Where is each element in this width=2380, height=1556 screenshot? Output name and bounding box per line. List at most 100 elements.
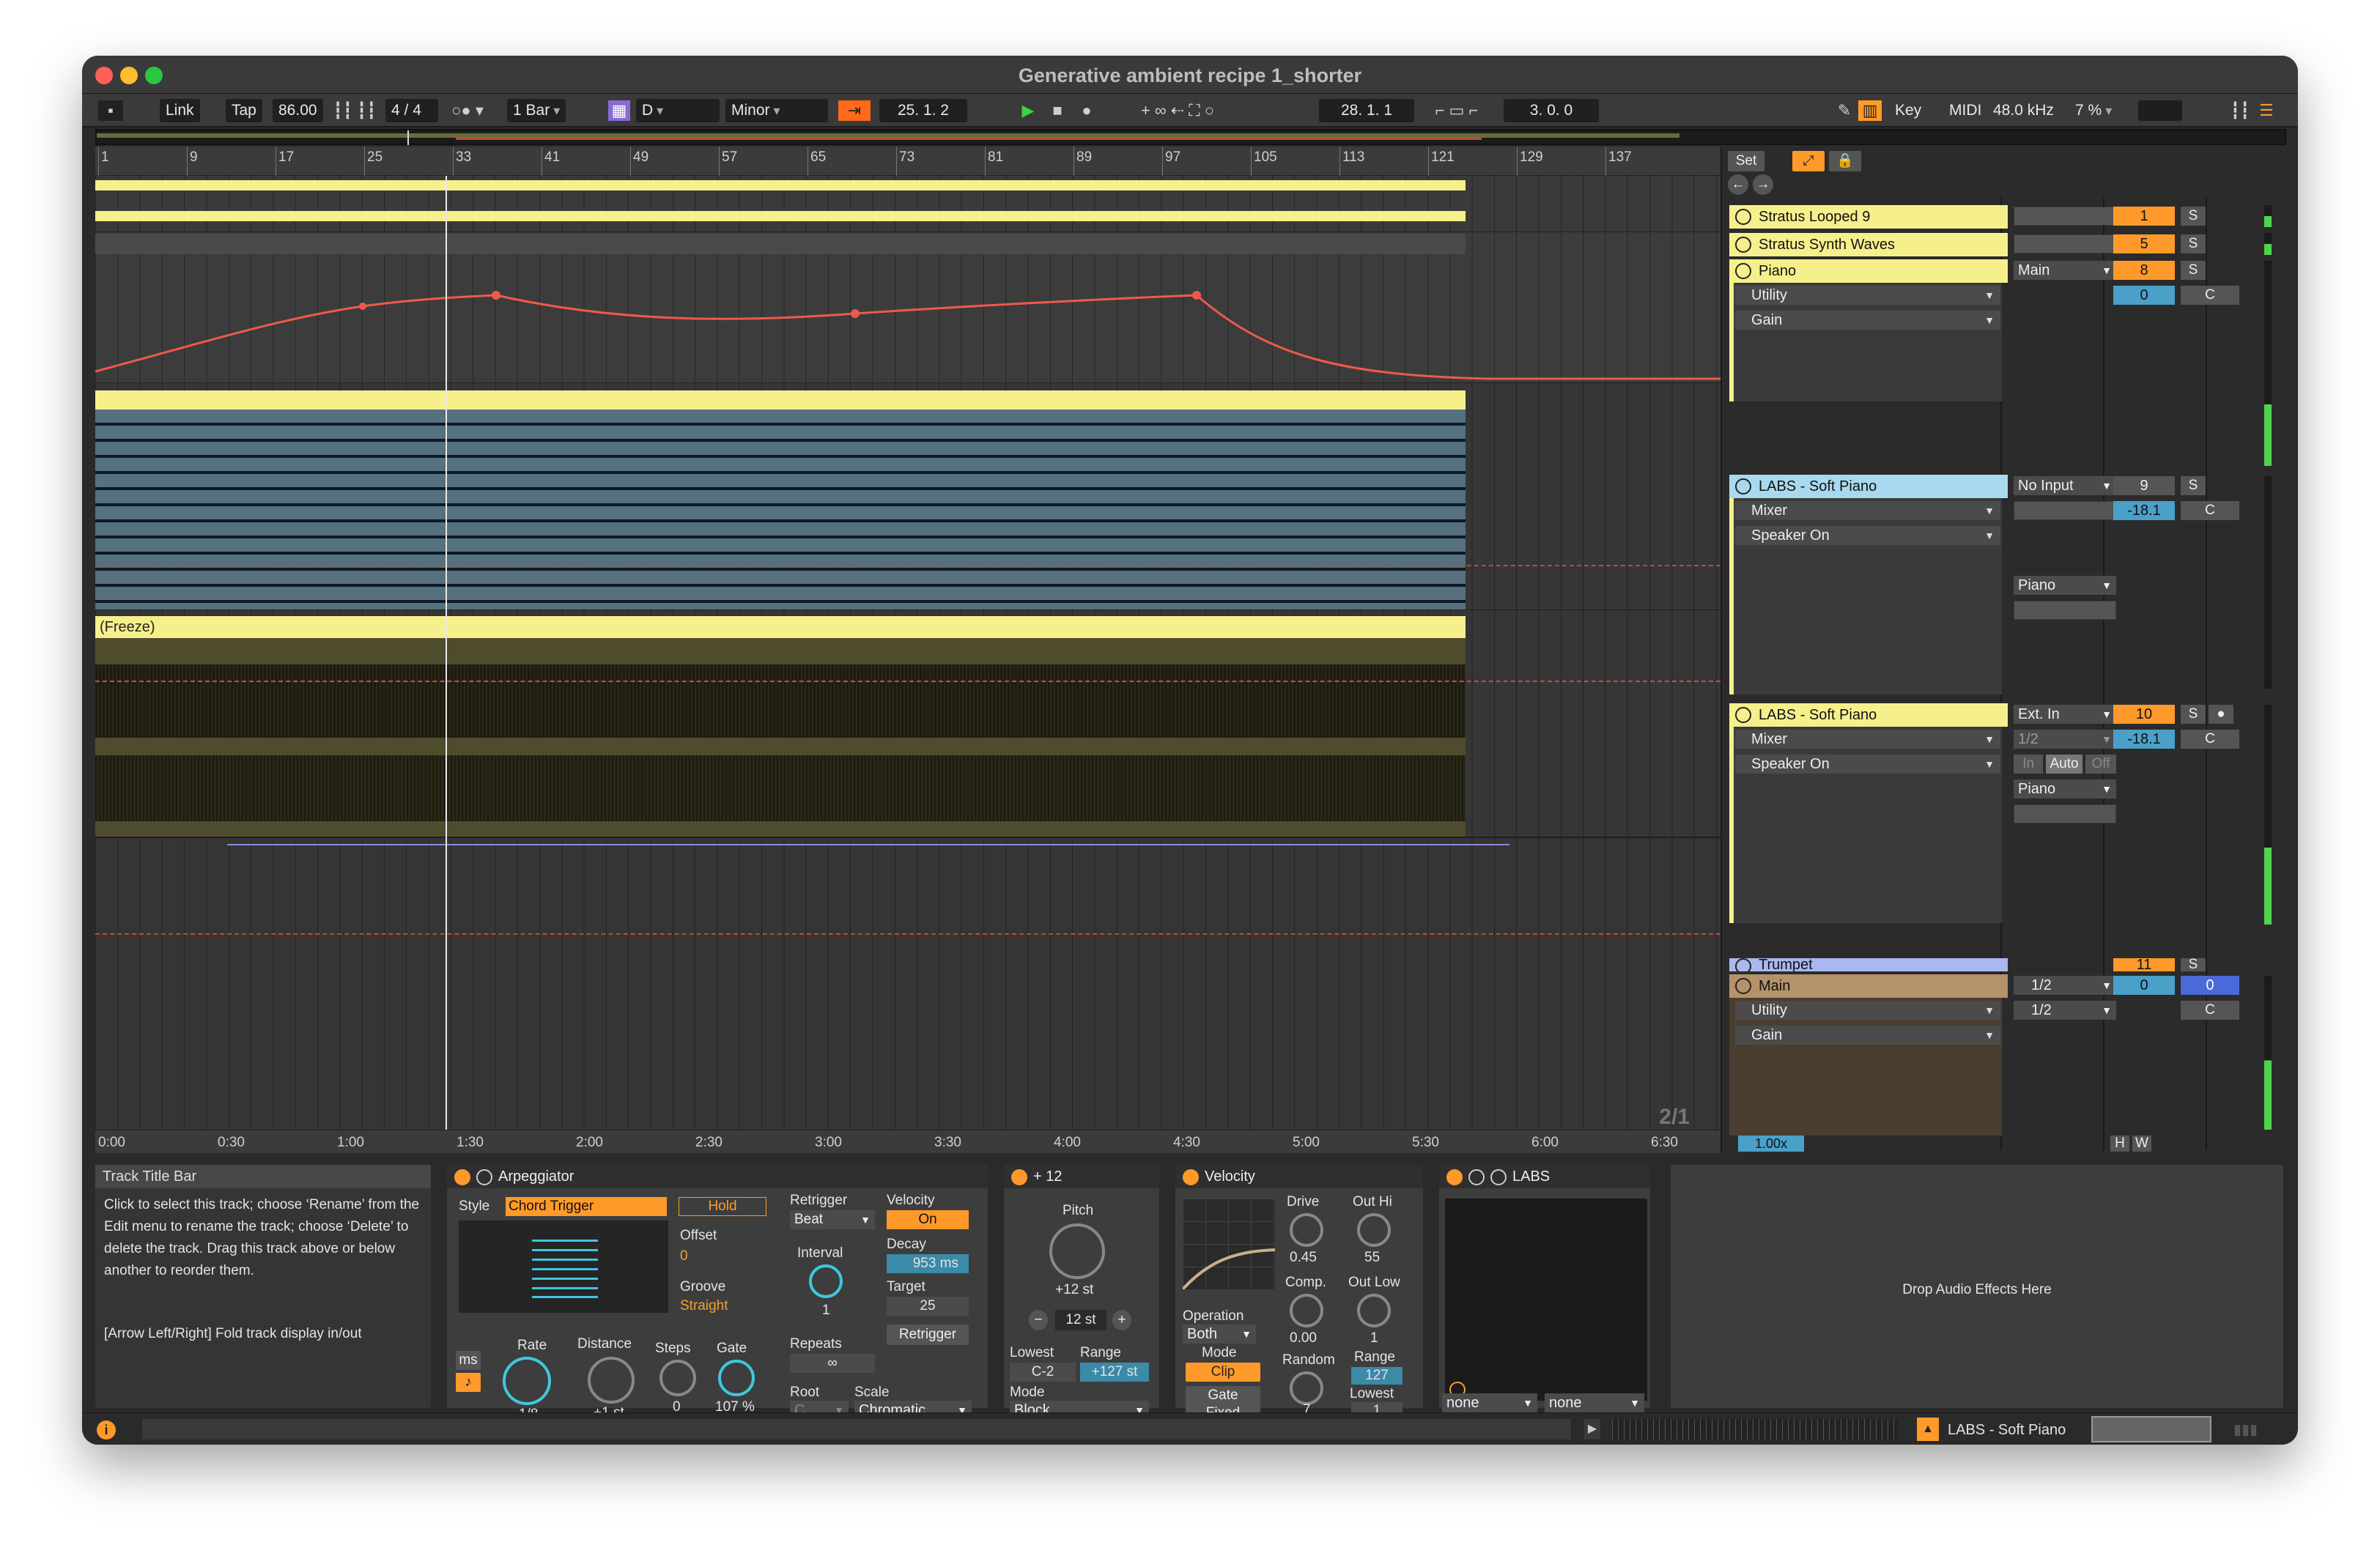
position-field[interactable]: 25. 1. 2 xyxy=(879,99,967,122)
freeze-clip-label[interactable]: (Freeze) xyxy=(95,616,1466,638)
track-fold-icon[interactable] xyxy=(1735,209,1751,225)
input-select[interactable]: No Input xyxy=(2014,476,2116,495)
macro-select-1[interactable]: none xyxy=(1442,1393,1537,1412)
track-header-trumpet[interactable]: Trumpet xyxy=(1729,958,2008,971)
output-select[interactable]: Piano xyxy=(2014,779,2116,799)
io-slot[interactable] xyxy=(2014,601,2116,620)
track-activator[interactable]: 5 xyxy=(2113,234,2175,253)
pan-field[interactable]: C xyxy=(2181,501,2239,520)
distance-knob[interactable] xyxy=(588,1357,635,1404)
repeats-value[interactable]: ∞ xyxy=(790,1354,875,1373)
tap-button[interactable]: Tap xyxy=(226,99,262,122)
monitor-off-button[interactable]: Off xyxy=(2085,755,2116,774)
output-select[interactable]: Piano xyxy=(2014,576,2116,595)
wrench-icon[interactable] xyxy=(1490,1169,1507,1185)
info-icon[interactable]: i xyxy=(97,1420,116,1440)
velocity-device[interactable]: Velocity Operation Both Mode Clip Gate F… xyxy=(1175,1165,1423,1423)
solo-button[interactable]: S xyxy=(2181,207,2206,226)
drive-knob[interactable] xyxy=(1290,1213,1323,1247)
track-activator[interactable]: 8 xyxy=(2113,261,2175,280)
pan-field[interactable]: C xyxy=(2181,1001,2239,1020)
volume-field[interactable]: -18.1 xyxy=(2113,730,2175,749)
w-button[interactable]: W xyxy=(2132,1135,2151,1152)
track-header-labs-soft-piano-2[interactable]: LABS - Soft Piano xyxy=(1729,703,2008,727)
device-on-icon[interactable] xyxy=(1011,1169,1027,1185)
device-expand-icon[interactable] xyxy=(476,1169,492,1185)
steps-knob[interactable] xyxy=(659,1360,696,1396)
set-button[interactable]: Set xyxy=(1728,151,1764,171)
arrangement-overview[interactable] xyxy=(95,129,2286,145)
loop-length-field[interactable]: 3. 0. 0 xyxy=(1504,99,1599,122)
mode-clip-button[interactable]: Clip xyxy=(1186,1363,1260,1382)
track-header-stratus-synth[interactable]: Stratus Synth Waves xyxy=(1729,233,2008,256)
device-chooser[interactable]: Gain xyxy=(1735,311,2000,330)
decay-value[interactable]: 953 ms xyxy=(887,1254,969,1273)
solo-button[interactable]: S xyxy=(2181,476,2206,495)
menu-icon[interactable]: ☰ xyxy=(2255,100,2277,121)
track-header-piano[interactable]: Piano xyxy=(1729,259,2008,283)
lowest-value[interactable]: C-2 xyxy=(1010,1363,1076,1382)
follow-icon[interactable]: ⇥ xyxy=(838,100,871,121)
track-activator[interactable]: 1 xyxy=(2113,207,2175,226)
track-activator[interactable]: 10 xyxy=(2113,705,2175,724)
monitor-in-button[interactable]: In xyxy=(2014,755,2043,774)
offset-value[interactable]: 0 xyxy=(680,1248,688,1264)
clip[interactable] xyxy=(95,180,1466,190)
track-fold-icon[interactable] xyxy=(1735,237,1751,253)
device-chooser[interactable]: Mixer xyxy=(1735,730,2000,749)
io-slot[interactable] xyxy=(2014,804,2116,823)
labs-instrument[interactable]: LABS none none xyxy=(1439,1165,1650,1412)
operation-select[interactable]: Both xyxy=(1183,1325,1256,1344)
metronome-icon[interactable]: ○● ▾ xyxy=(446,100,489,121)
device-on-icon[interactable] xyxy=(454,1169,470,1185)
quantize-select[interactable]: 1 Bar xyxy=(507,99,566,122)
channel-select[interactable]: 1/2 xyxy=(2014,730,2116,749)
beat-ruler[interactable]: 1 9 17 25 33 41 49 57 65 73 81 89 97 105 113 121 129 137 xyxy=(95,147,1721,176)
style-select[interactable]: Chord Trigger xyxy=(506,1197,667,1216)
track-fold-icon[interactable] xyxy=(1735,478,1751,494)
rate-knob[interactable] xyxy=(503,1357,551,1405)
tempo-field[interactable]: 86.00 xyxy=(273,99,323,122)
audio-effects-drop-zone[interactable]: Drop Audio Effects Here xyxy=(1671,1165,2283,1408)
prev-icon[interactable]: ← xyxy=(1728,174,1748,195)
io-slot[interactable] xyxy=(2014,207,2116,226)
nudge-icon[interactable]: ┇┇ ┇┇ xyxy=(333,100,377,121)
track-header-main[interactable]: Main xyxy=(1729,974,2008,998)
lane-piano[interactable] xyxy=(95,231,1721,382)
device-chooser[interactable]: Speaker On xyxy=(1735,526,2000,545)
view-toggle-icon[interactable]: ▪ xyxy=(98,100,123,121)
track-activator[interactable]: 11 xyxy=(2113,958,2175,971)
follow-button[interactable]: ⤢ xyxy=(1792,151,1825,171)
solo-button[interactable]: S xyxy=(2181,958,2206,971)
solo-button[interactable]: S xyxy=(2181,234,2206,253)
lane-stratus-looped[interactable] xyxy=(95,176,1721,205)
pitch-knob[interactable] xyxy=(1049,1223,1105,1279)
retrigger-select[interactable]: Beat xyxy=(790,1210,875,1229)
playhead[interactable] xyxy=(446,176,447,1130)
device-chooser[interactable]: Gain xyxy=(1735,1026,2000,1045)
lane-labs-soft-piano-2[interactable]: (Freeze) xyxy=(95,610,1721,837)
midi-clip-notes[interactable] xyxy=(95,410,1466,610)
arrangement-view[interactable]: (Freeze) 2/1 xyxy=(95,176,1721,1130)
arpeggiator-device[interactable]: Arpeggiator Style Chord Trigger Hold Off… xyxy=(447,1165,988,1422)
groove-value[interactable]: Straight xyxy=(680,1298,728,1314)
frozen-audio-clip[interactable] xyxy=(95,638,1466,837)
pitch-down-icon[interactable]: − xyxy=(1029,1310,1048,1330)
input-select[interactable]: Ext. In xyxy=(2014,705,2116,724)
lock-button[interactable]: 🔒 xyxy=(1829,151,1861,171)
io-slot[interactable] xyxy=(2014,501,2116,520)
main-out-select-2[interactable]: 1/2 xyxy=(2014,1001,2116,1020)
output-select[interactable]: Main xyxy=(2014,261,2116,280)
master-volume[interactable]: 0 xyxy=(2181,976,2239,995)
lane-main[interactable]: 2/1 xyxy=(95,837,1721,1130)
cue-volume[interactable]: 0 xyxy=(2113,976,2175,995)
stop-icon[interactable]: ■ xyxy=(1046,100,1068,121)
volume-field[interactable]: -18.1 xyxy=(2113,501,2175,520)
preview-scrubber[interactable] xyxy=(1612,1419,1898,1440)
key-root-select[interactable]: D xyxy=(636,99,720,122)
arm-icon[interactable]: ● xyxy=(2209,705,2233,724)
record-icon[interactable]: ● xyxy=(1076,100,1098,121)
track-header-labs-soft-piano[interactable]: LABS - Soft Piano xyxy=(1729,475,2008,498)
device-chooser[interactable]: Mixer xyxy=(1735,501,2000,520)
punch-icon[interactable]: ⌐ ▭ ⌐ xyxy=(1420,100,1493,121)
